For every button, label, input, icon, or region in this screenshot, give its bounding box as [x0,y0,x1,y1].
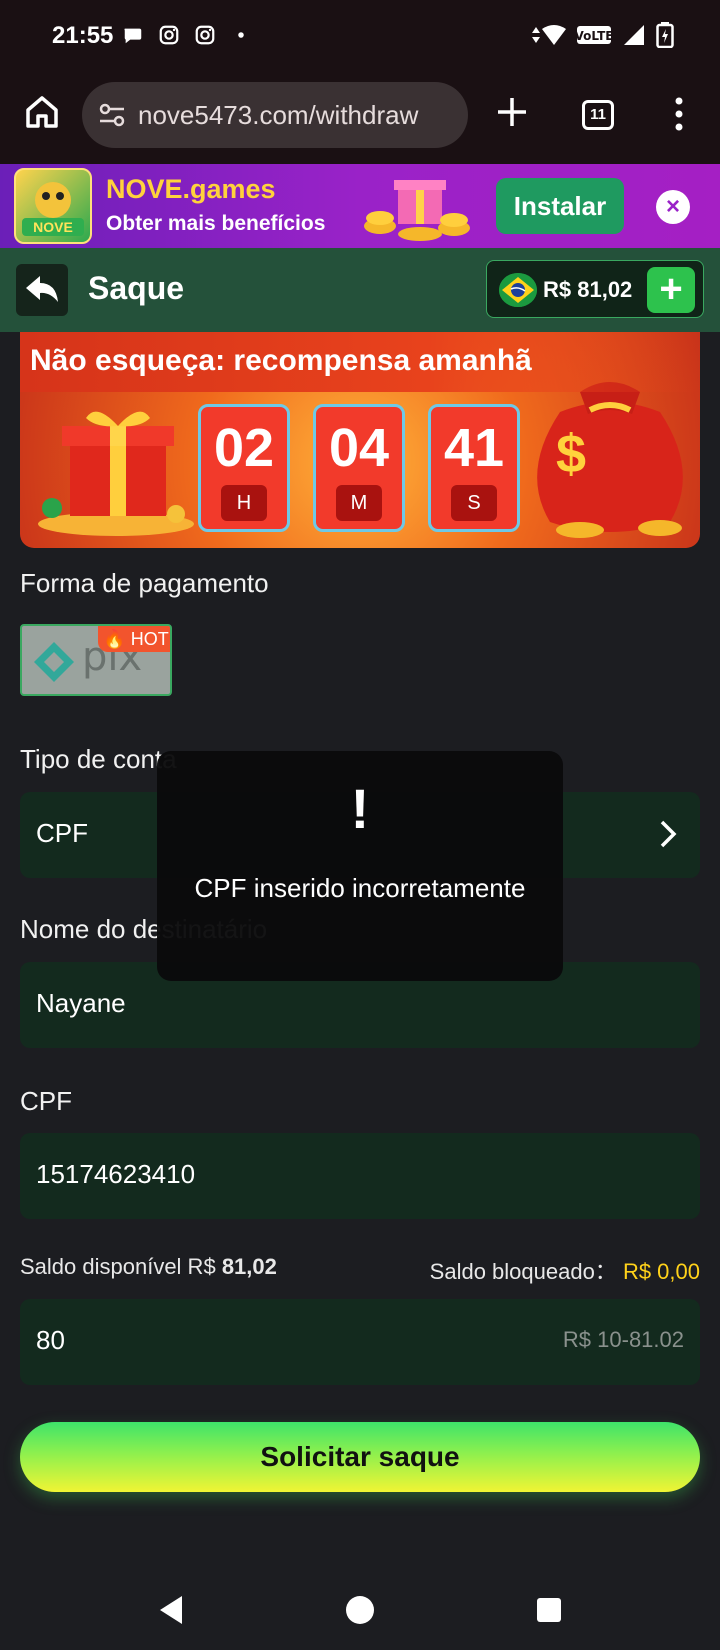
available-balance-value: 81,02 [221,1254,277,1279]
browser-toolbar: nove5473.com/withdraw 11 [0,74,720,164]
withdraw-amount-field[interactable]: 80 R$ 10-81.02 [20,1299,700,1385]
timer-hours-value: 02 [213,418,275,478]
hot-badge-label: HOT [130,629,169,649]
cpf-value: 15174623410 [36,1159,196,1189]
install-button[interactable]: Instalar [496,178,624,234]
deposit-button[interactable]: + [647,267,695,313]
gift-box-icon [38,411,194,536]
available-balance: Saldo disponível R$ 81,02 [20,1254,277,1280]
status-time: 21:55 [52,22,114,49]
balance-display: R$ 81,02 + [486,260,704,318]
available-balance-label: Saldo disponível R$ [20,1254,216,1279]
back-arrow-icon [26,276,58,302]
site-settings-icon[interactable] [96,99,128,131]
install-promo-banner: NOVE NOVE.games Obter mais benefícios In… [0,164,720,248]
tab-switcher-button[interactable]: 11 [582,100,614,130]
gift-coins-icon [364,180,470,241]
timer-seconds-value: 41 [443,418,505,478]
withdraw-amount-range: R$ 10-81.02 [562,1327,684,1352]
error-toast: ! CPF inserido incorretamente [157,751,563,981]
svg-text:NOVE: NOVE [33,219,73,235]
hot-badge: 🔥 HOT [98,626,170,652]
page-header: Saque R$ 81,02 + [0,248,720,332]
recipient-name-value: Nayane [36,988,126,1018]
reward-countdown-banner[interactable]: $ Não esqueça: recompensa amanhã 02 H 04… [20,332,700,548]
nav-recents-icon[interactable] [537,1598,561,1622]
system-navigation-bar [0,1570,720,1650]
cpf-label: CPF [20,1086,72,1116]
volte-icon: VoLTE [576,26,612,44]
timer-seconds-unit: S [451,485,497,521]
reward-title-bar: Não esqueça: recompensa amanhã [20,332,700,392]
pix-logo-icon [34,642,74,682]
timer-hours-unit: H [221,485,267,521]
balance-amount: R$ 81,02 [543,277,633,302]
status-bar: 21:55 VoLTE [0,0,720,74]
address-bar[interactable]: nove5473.com/withdraw [82,82,468,148]
request-withdraw-button[interactable]: Solicitar saque [20,1422,700,1492]
exclamation-icon: ! [350,777,370,840]
battery-icon [656,22,674,48]
home-icon[interactable] [24,94,60,130]
dot-icon [238,32,244,38]
promo-title: NOVE.games [106,174,276,204]
new-tab-icon[interactable] [494,94,530,130]
withdraw-amount-value: 80 [36,1325,65,1355]
timer-minutes: 04 M [313,404,405,532]
notification-icons [122,24,252,46]
nav-back-icon[interactable] [156,1594,186,1626]
timer-minutes-value: 04 [328,418,390,478]
instagram-icon [195,25,215,45]
promo-subtitle: Obter mais benefícios [106,212,326,235]
svg-text:$: $ [556,424,586,484]
signal-icon [624,25,644,45]
page-title: Saque [88,270,185,306]
blocked-balance-label: Saldo bloqueado： [429,1259,617,1284]
payment-option-pix[interactable]: pix 🔥 HOT [20,624,172,696]
system-icons: VoLTE [526,22,674,48]
app-logo: NOVE [14,168,92,244]
svg-text:VoLTE: VoLTE [576,29,612,43]
account-type-value: CPF [36,818,88,848]
payment-method-label: Forma de pagamento [20,568,269,598]
chevron-right-icon [660,820,677,848]
fire-icon: 🔥 [103,629,126,649]
close-promo-button[interactable]: × [656,190,690,224]
nav-home-icon[interactable] [346,1596,374,1624]
cpf-field[interactable]: 15174623410 [20,1133,700,1219]
timer-minutes-unit: M [336,485,382,521]
account-type-label: Tipo de conta [20,744,177,774]
chat-icon [124,28,142,44]
blocked-balance-value: R$ 0,00 [622,1259,700,1284]
timer-seconds: 41 S [428,404,520,532]
error-toast-message: CPF inserido incorretamente [194,873,526,903]
back-button[interactable] [16,264,68,316]
reward-title: Não esqueça: recompensa amanhã [30,344,532,377]
overflow-menu-icon[interactable] [664,96,694,132]
instagram-icon [159,25,179,45]
timer-hours: 02 H [198,404,290,532]
url-text[interactable]: nove5473.com/withdraw [138,100,418,131]
brazil-flag-icon [499,273,537,307]
wifi-icon [532,25,566,45]
blocked-balance: Saldo bloqueado： R$ 0,00 [430,1254,700,1286]
